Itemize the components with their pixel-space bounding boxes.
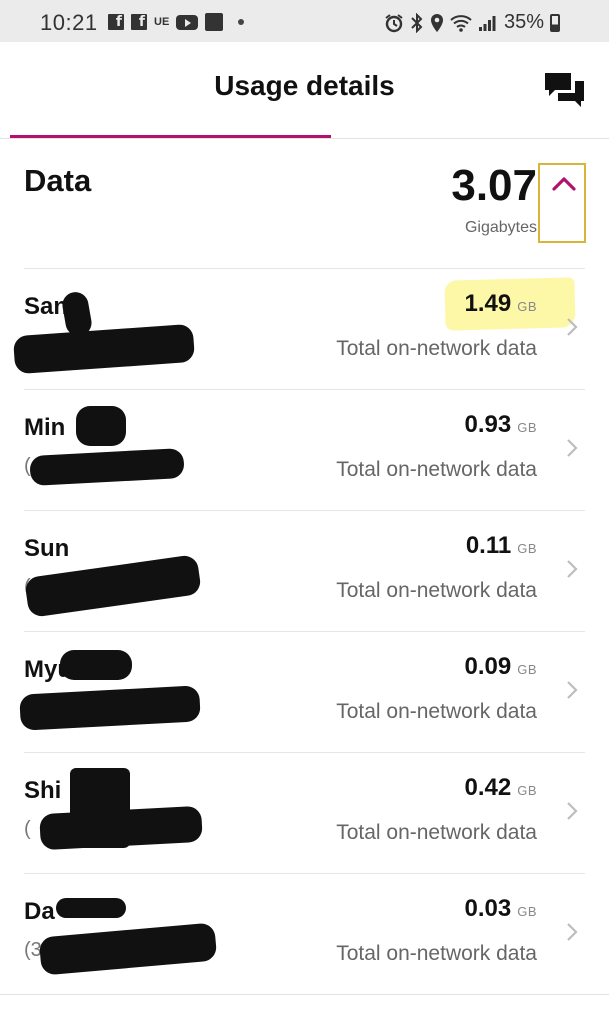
row-divider: [24, 510, 585, 511]
line-usage: 0.42 GB: [464, 774, 537, 802]
line-usage-value: 0.03: [464, 895, 512, 922]
line-usage: 0.11 GB: [466, 532, 537, 560]
redaction-mark: [60, 650, 132, 680]
line-usage-value: 1.49: [464, 290, 512, 317]
line-usage-unit: GB: [517, 783, 537, 798]
data-total-unit: Gigabytes: [464, 219, 537, 236]
line-usage: 1.49 GB: [464, 290, 537, 318]
collapse-button[interactable]: [538, 163, 586, 243]
row-divider: [24, 873, 585, 874]
line-usage-unit: GB: [517, 904, 537, 919]
line-usage-unit: GB: [517, 662, 537, 677]
line-usage-value: 0.11: [465, 532, 512, 559]
chevron-right-icon: [567, 318, 578, 336]
line-usage: 0.09 GB: [464, 653, 537, 681]
chevron-right-icon: [567, 560, 578, 578]
facebook-icon: f: [131, 14, 147, 30]
line-description: Total on-network data: [336, 821, 537, 844]
youtube-icon: [176, 14, 199, 30]
line-description: Total on-network data: [336, 700, 537, 723]
bible-icon: [205, 13, 224, 31]
chevron-right-icon: [567, 923, 578, 941]
chevron-up-icon: [552, 177, 576, 191]
status-system-icons: 35%: [384, 11, 561, 34]
header-divider: [0, 138, 609, 139]
page-title: Usage details: [214, 70, 395, 101]
facebook-icon: f: [108, 14, 124, 30]
line-usage: 0.03 GB: [464, 895, 537, 923]
ue-icon: UE: [154, 16, 170, 28]
line-name: Sun: [24, 535, 70, 562]
list-item[interactable]: San ( 1.49 GB Total on-network data: [0, 268, 609, 389]
line-name: Da: [24, 898, 55, 925]
chevron-right-icon: [567, 681, 578, 699]
battery-percent: 35%: [504, 11, 545, 33]
alarm-icon: [385, 13, 403, 32]
line-name: Min: [24, 414, 66, 441]
line-usage-value: 0.09: [464, 653, 512, 680]
line-usage-unit: GB: [517, 299, 537, 314]
row-divider: [24, 631, 585, 632]
notification-dot-icon: [238, 19, 245, 25]
battery-icon: [550, 13, 561, 32]
chat-icon[interactable]: [545, 73, 585, 107]
data-total-value: 3.07: [451, 161, 537, 210]
chevron-right-icon: [567, 439, 578, 457]
location-icon: [431, 13, 443, 32]
line-description: Total on-network data: [336, 458, 537, 481]
status-notification-icons: f f UE: [108, 13, 245, 31]
line-name: Shi: [24, 777, 62, 804]
wifi-icon: [450, 14, 472, 32]
status-time: 10:21: [40, 10, 98, 35]
redaction-mark: [56, 898, 126, 918]
line-usage-value: 0.42: [464, 774, 512, 801]
line-usage: 0.93 GB: [464, 411, 537, 439]
bottom-divider: [0, 994, 609, 995]
data-heading: Data: [24, 163, 92, 198]
line-description: Total on-network data: [336, 337, 537, 360]
line-usage-value: 0.93: [464, 411, 512, 438]
row-divider: [24, 752, 585, 753]
line-name: San: [24, 293, 69, 320]
line-usage-unit: GB: [517, 420, 537, 435]
row-divider: [24, 268, 585, 269]
redaction-mark: [76, 406, 126, 446]
line-usage-unit: GB: [517, 541, 537, 556]
app-header: Usage details: [0, 42, 609, 138]
chevron-right-icon: [567, 802, 578, 820]
status-bar: 10:21 f f UE 35%: [0, 0, 609, 42]
bluetooth-icon: [411, 12, 423, 33]
row-divider: [24, 389, 585, 390]
line-number: (: [24, 818, 31, 840]
signal-icon: [479, 15, 496, 31]
line-description: Total on-network data: [336, 942, 537, 965]
line-description: Total on-network data: [336, 579, 537, 602]
